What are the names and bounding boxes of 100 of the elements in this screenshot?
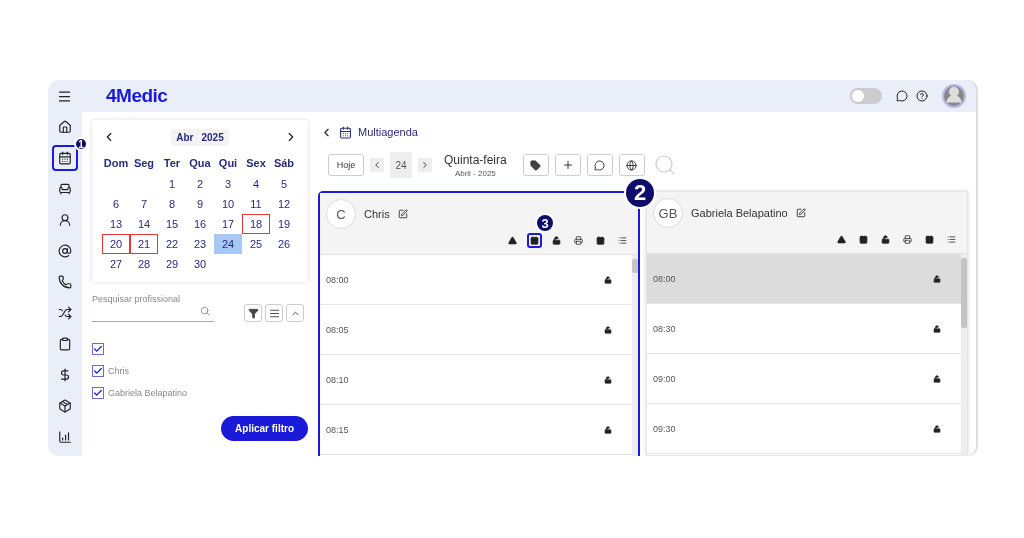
printer-icon <box>903 235 912 244</box>
lock-button[interactable] <box>878 232 893 247</box>
weekday-label: Dom <box>102 156 130 171</box>
calendar-day[interactable]: 2 <box>186 174 214 194</box>
initials-avatar: GB <box>653 198 683 228</box>
time-slot[interactable]: 08:30 <box>647 304 961 354</box>
checkbox-label: Gabriela Belapatino <box>108 388 188 398</box>
calendar-day[interactable]: 24 <box>214 234 242 254</box>
checkbox[interactable] <box>92 343 104 355</box>
lock-icon <box>604 275 612 284</box>
weekday-label: Ter <box>162 156 182 171</box>
lock-icon <box>933 374 941 383</box>
calendar-button[interactable] <box>856 232 871 247</box>
calendar-day[interactable]: 20 <box>102 234 130 254</box>
slot-time: 09:30 <box>653 423 676 434</box>
scrollbar[interactable] <box>632 255 638 456</box>
list-button[interactable] <box>265 304 283 322</box>
calendar-day[interactable]: 3 <box>214 174 242 194</box>
calendar-day[interactable]: 19 <box>270 214 298 234</box>
slot-time: 08:00 <box>326 274 349 285</box>
calendar-icon <box>339 125 352 139</box>
chevron-left-icon <box>372 160 382 170</box>
lock-icon <box>604 325 612 334</box>
today-button[interactable]: Hoje <box>328 154 364 176</box>
list-icon <box>947 235 956 244</box>
armchair-icon <box>58 182 72 196</box>
edit-icon <box>397 209 408 219</box>
warning-icon <box>837 235 846 244</box>
weekday-label: Sáb <box>272 156 296 171</box>
calendar-day[interactable]: 5 <box>270 174 298 194</box>
list-icon <box>618 236 627 245</box>
calendar-day[interactable]: 25 <box>242 234 270 254</box>
calendar-day[interactable]: 9 <box>186 194 214 214</box>
checkbox[interactable] <box>92 387 104 399</box>
warning-button[interactable] <box>505 233 520 248</box>
user-avatar[interactable] <box>942 84 966 108</box>
checkbox[interactable] <box>92 365 104 377</box>
chat-button[interactable] <box>896 90 908 102</box>
tag-button[interactable] <box>522 154 549 176</box>
help-button[interactable] <box>916 90 928 102</box>
calendar-day[interactable]: 10 <box>214 194 242 214</box>
calendar-day[interactable]: 30 <box>186 254 214 274</box>
calendar-day[interactable]: 7 <box>130 194 158 214</box>
lines-icon <box>268 307 280 319</box>
slot-time: 08:05 <box>326 324 349 335</box>
time-slot[interactable]: 09:00 <box>647 354 961 404</box>
calendar-day[interactable]: 11 <box>242 194 270 214</box>
calendar-day[interactable]: 6 <box>102 194 130 214</box>
calendar-day[interactable]: 14 <box>130 214 158 234</box>
calendar-day[interactable]: 27 <box>102 254 130 274</box>
calendar-day[interactable]: 8 <box>158 194 186 214</box>
edit-button[interactable] <box>397 209 408 219</box>
apply-filter-button[interactable]: Aplicar filtro <box>221 416 308 441</box>
slot-time: 08:30 <box>653 323 676 334</box>
weekday-label: Qua <box>188 156 212 171</box>
calendar-day[interactable]: 16 <box>186 214 214 234</box>
lock-button[interactable] <box>549 233 564 248</box>
calendar-day[interactable]: 23 <box>186 234 214 254</box>
slot-time: 08:15 <box>326 424 349 435</box>
calendar-day[interactable]: 1 <box>158 174 186 194</box>
slot-time: 08:10 <box>326 374 349 385</box>
calendar-day[interactable]: 22 <box>158 234 186 254</box>
calendar-day[interactable]: 13 <box>102 214 130 234</box>
time-slot[interactable]: 09:30 <box>647 404 961 454</box>
professional-name: Chris <box>364 208 390 220</box>
calendar-icon <box>859 235 868 244</box>
scrollbar[interactable] <box>961 254 967 455</box>
message-button[interactable] <box>586 154 613 176</box>
calendar-day[interactable]: 21 <box>130 234 158 254</box>
menu-button[interactable] <box>57 88 72 104</box>
next-day-button[interactable] <box>418 158 432 172</box>
add-button[interactable] <box>554 154 581 176</box>
calendar-day[interactable]: 29 <box>158 254 186 274</box>
theme-toggle[interactable] <box>850 88 882 104</box>
month-year-selector[interactable]: Abr 2025 <box>171 128 229 146</box>
previous-day-button[interactable] <box>370 158 384 172</box>
dollar-icon <box>58 368 72 382</box>
lock-icon <box>604 425 612 434</box>
filter-button[interactable] <box>244 304 262 322</box>
globe-icon <box>626 159 638 171</box>
edit-button[interactable] <box>795 208 806 218</box>
search-icon <box>652 153 677 177</box>
calendar-day[interactable]: 26 <box>270 234 298 254</box>
calendar-day[interactable]: 4 <box>242 174 270 194</box>
warning-button[interactable] <box>834 232 849 247</box>
lock-icon <box>933 424 941 433</box>
print-button[interactable] <box>571 233 586 248</box>
calendar-day[interactable]: 17 <box>214 214 242 234</box>
print-button[interactable] <box>900 232 915 247</box>
calendar-day[interactable]: 28 <box>130 254 158 274</box>
calendar-day[interactable]: 15 <box>158 214 186 234</box>
calendar-button[interactable] <box>527 233 542 248</box>
slot-time: 09:00 <box>653 373 676 384</box>
calendar-nav-button[interactable] <box>52 145 78 171</box>
globe-button[interactable] <box>618 154 645 176</box>
calendar-day[interactable]: 12 <box>270 194 298 214</box>
search-field[interactable]: Pesquisar profissional <box>92 294 214 322</box>
time-slot[interactable]: 08:00 <box>647 254 961 304</box>
chat-icon <box>896 90 908 102</box>
calendar-day[interactable]: 18 <box>242 214 270 234</box>
